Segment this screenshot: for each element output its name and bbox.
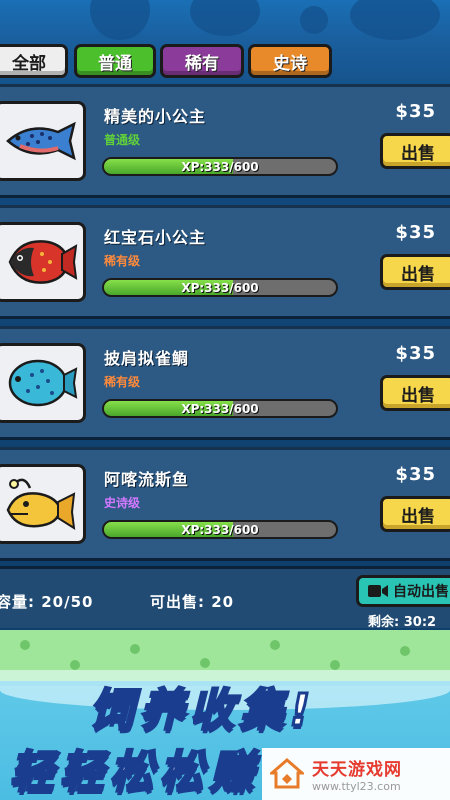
tab-epic[interactable]: 史诗	[248, 44, 332, 78]
fish-price: $35	[395, 222, 436, 243]
bubble-decoration	[350, 0, 440, 40]
fish-thumbnail	[0, 101, 86, 181]
fish-thumbnail	[0, 222, 86, 302]
tab-rare-label: 稀有	[185, 53, 219, 74]
promo-subline: 轻轻松松赚	[9, 746, 260, 800]
fish-price: $35	[395, 343, 436, 364]
fish-rarity: 史诗级	[104, 496, 141, 510]
fish-rarity: 稀有级	[104, 375, 141, 389]
watermark-url: www.ttyl23.com	[312, 780, 401, 793]
house-logo-icon	[270, 758, 304, 789]
fish-name: 红宝石小公主	[104, 228, 207, 247]
yellow-anglerfish-icon	[6, 478, 76, 530]
sell-button[interactable]: 出售	[380, 375, 450, 411]
video-camera-icon	[368, 585, 388, 597]
fish-name: 阿喀流斯鱼	[104, 470, 190, 489]
fish-row: 红宝石小公主 稀有级 XP:333/600 $35 出售	[0, 205, 450, 319]
fish-name: 披肩拟雀鲷	[104, 349, 190, 368]
auto-sell-button[interactable]: 自动出售	[356, 575, 450, 607]
xp-bar: XP:333/600	[102, 278, 338, 297]
fish-thumbnail	[0, 343, 86, 423]
filter-tabs: 全部 普通 稀有 史诗	[0, 44, 450, 80]
fish-price: $35	[395, 464, 436, 485]
tab-rare[interactable]: 稀有	[160, 44, 244, 78]
xp-text: XP:333/600	[181, 401, 259, 416]
xp-bar: XP:333/600	[102, 399, 338, 418]
fish-rarity: 普通级	[104, 133, 141, 147]
tab-common[interactable]: 普通	[74, 44, 156, 78]
game-screen: 全部 普通 稀有 史诗 精美的小公主 普通级 XP:333/600 $35 出售…	[0, 0, 450, 800]
xp-bar: XP:333/600	[102, 157, 338, 176]
fish-row: 精美的小公主 普通级 XP:333/600 $35 出售	[0, 84, 450, 198]
watermark-title: 天天游戏网	[312, 760, 402, 780]
xp-bar: XP:333/600	[102, 520, 338, 539]
xp-text: XP:333/600	[181, 522, 259, 537]
capacity-text: 容量: 20/50	[0, 593, 94, 611]
tab-common-label: 普通	[98, 53, 132, 74]
fish-rarity: 稀有级	[104, 254, 141, 268]
fish-row: 阿喀流斯鱼 史诗级 XP:333/600 $35 出售	[0, 447, 450, 561]
xp-text: XP:333/600	[181, 280, 259, 295]
bubble-decoration	[190, 0, 260, 36]
bubble-decoration	[300, 6, 328, 34]
fish-row: 披肩拟雀鲷 稀有级 XP:333/600 $35 出售	[0, 326, 450, 440]
auto-sell-label: 自动出售	[393, 584, 449, 600]
sell-button[interactable]: 出售	[380, 133, 450, 169]
sellable-count: 可出售: 20	[150, 593, 235, 611]
blue-spotted-fish-icon	[6, 121, 76, 161]
status-bar: 容量: 20/50 可出售: 20 自动出售 剩余: 30:2	[0, 566, 450, 630]
remaining-timer: 剩余: 30:2	[368, 615, 437, 630]
sell-button[interactable]: 出售	[380, 254, 450, 290]
promo-headline: 饲养收集!	[88, 684, 317, 738]
fish-name: 精美的小公主	[104, 107, 207, 126]
fish-thumbnail	[0, 464, 86, 544]
bubble-decoration	[90, 0, 150, 40]
tab-epic-label: 史诗	[273, 53, 307, 74]
sell-button[interactable]: 出售	[380, 496, 450, 532]
fish-price: $35	[395, 101, 436, 122]
tab-all[interactable]: 全部	[0, 44, 68, 78]
watermark: 天天游戏网 www.ttyl23.com	[262, 748, 450, 800]
xp-text: XP:333/600	[181, 159, 259, 174]
blue-round-fish-icon	[8, 359, 78, 407]
tab-all-label: 全部	[12, 53, 46, 74]
red-piranha-fish-icon	[8, 240, 78, 284]
